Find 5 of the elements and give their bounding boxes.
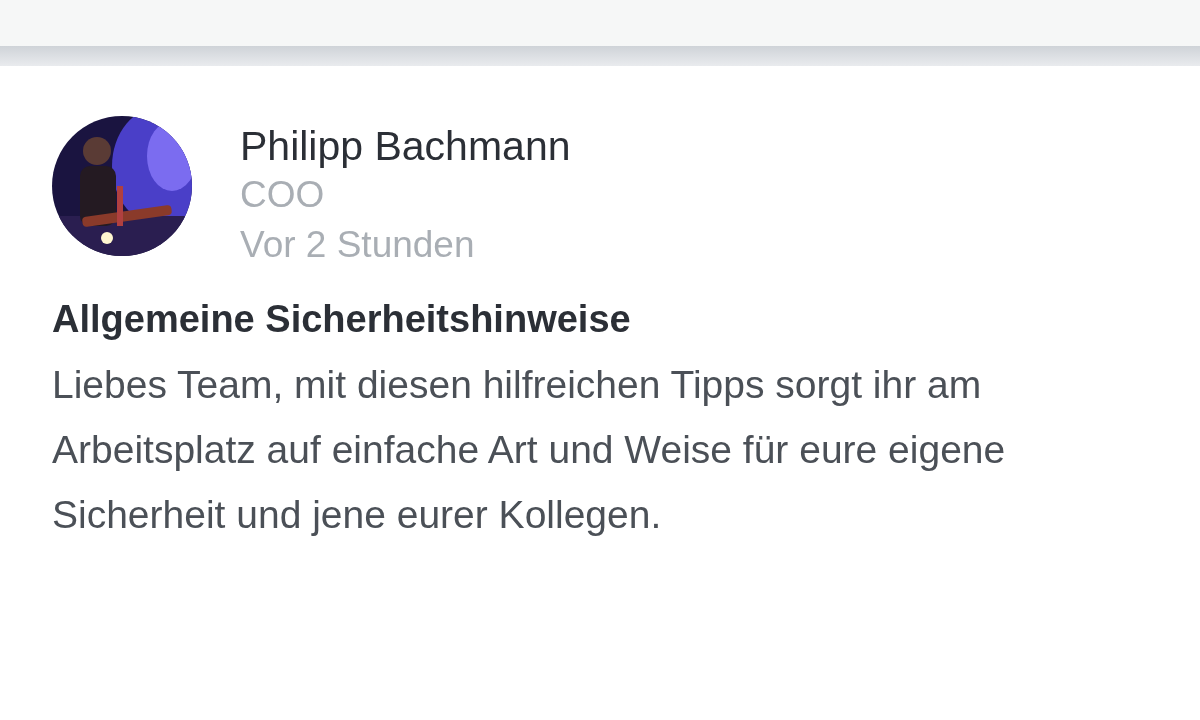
author-role: COO: [240, 173, 326, 217]
post-time: Vor 2 Stunden: [240, 223, 476, 267]
author-name[interactable]: Philipp Bachmann: [240, 122, 571, 170]
post-title: Allgemeine Sicherheitshinweise: [52, 297, 632, 342]
post-body: Liebes Team, mit diesen hilfreichen Tipps sorgt ihr am Arbeitsplatz auf einfache Art und Weise für eure eigene Sicherheit und jene eurer Kollegen.: [52, 362, 1007, 538]
